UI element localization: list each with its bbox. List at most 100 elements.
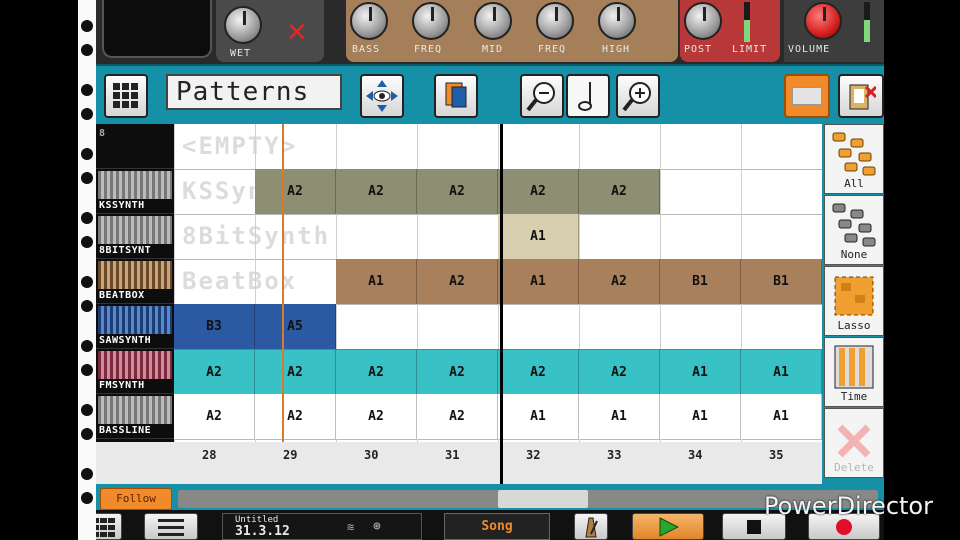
select-none-tool[interactable]: None bbox=[824, 195, 884, 265]
binder-hole bbox=[81, 236, 93, 248]
copy-icon bbox=[445, 82, 467, 108]
pattern-clip[interactable]: A2 bbox=[417, 394, 498, 439]
play-button[interactable] bbox=[632, 513, 704, 540]
pattern-clip[interactable]: A1 bbox=[660, 349, 741, 394]
pattern-clip[interactable]: A2 bbox=[255, 394, 336, 439]
delete-label: Delete bbox=[834, 461, 874, 474]
binder-hole bbox=[81, 364, 93, 376]
track-header-empty: 8 bbox=[96, 124, 174, 169]
effects-strip: WET ✕ BASS FREQ MID FREQ HIGH POST LIMIT… bbox=[96, 0, 884, 64]
freq-knob-2[interactable] bbox=[536, 2, 574, 40]
bar-number: 34 bbox=[688, 448, 703, 462]
pattern-clip[interactable]: A5 bbox=[255, 304, 336, 349]
pattern-clip[interactable]: A2 bbox=[417, 349, 498, 394]
eq-section: BASS FREQ MID FREQ HIGH bbox=[346, 0, 678, 62]
track-header[interactable]: BEATBOX bbox=[96, 259, 174, 304]
pattern-clip[interactable]: A2 bbox=[174, 394, 255, 439]
wet-label: WET bbox=[230, 48, 252, 59]
select-all-label: All bbox=[844, 177, 864, 190]
daw-app: WET ✕ BASS FREQ MID FREQ HIGH POST LIMIT… bbox=[78, 0, 884, 540]
note-snap-button[interactable] bbox=[566, 74, 610, 118]
bar-ruler[interactable]: 28 29 30 31 32 33 34 35 bbox=[174, 442, 822, 484]
time-select-icon bbox=[834, 345, 874, 389]
half-note-icon bbox=[578, 82, 592, 111]
pattern-clip[interactable]: B3 bbox=[174, 304, 255, 349]
delete-tool[interactable]: Delete bbox=[824, 408, 884, 478]
lasso-tool[interactable]: Lasso bbox=[824, 266, 884, 336]
pattern-clip[interactable]: A1 bbox=[336, 259, 417, 304]
select-none-icon bbox=[832, 203, 876, 247]
grid-icon bbox=[113, 83, 138, 108]
freq-knob-1[interactable] bbox=[412, 2, 450, 40]
zoom-in-button[interactable] bbox=[616, 74, 660, 118]
song-mode-button[interactable]: Song bbox=[444, 513, 550, 540]
pattern-clip[interactable]: A1 bbox=[579, 394, 660, 439]
freq-label-2: FREQ bbox=[538, 44, 567, 55]
pattern-grid[interactable]: <EMPTY> KSSyn 8BitSynth BeatBox A2 A2 A2 A2 A2 A1… bbox=[174, 124, 822, 442]
pattern-clip[interactable]: A2 bbox=[498, 169, 579, 214]
lasso-label: Lasso bbox=[837, 319, 871, 332]
time-select-tool[interactable]: Time bbox=[824, 337, 884, 407]
track-ghost-label: 8BitSynth bbox=[182, 222, 331, 250]
window-icon bbox=[792, 87, 822, 105]
track-header[interactable]: FMSYNTH bbox=[96, 349, 174, 394]
view-mode-label[interactable]: Patterns bbox=[166, 74, 342, 110]
pattern-clip[interactable]: A2 bbox=[174, 349, 255, 394]
pattern-clip[interactable]: A2 bbox=[255, 169, 336, 214]
pattern-clip[interactable]: A2 bbox=[417, 169, 498, 214]
move-button[interactable] bbox=[360, 74, 404, 118]
pattern-clip[interactable]: A2 bbox=[336, 169, 417, 214]
binder-hole bbox=[81, 212, 93, 224]
pattern-clip[interactable]: A1 bbox=[660, 394, 741, 439]
pattern-clip[interactable]: A1 bbox=[498, 259, 579, 304]
pattern-clip[interactable]: A1 bbox=[498, 394, 579, 439]
track-header[interactable]: BASSLINE bbox=[96, 394, 174, 439]
clipboard-clear-button[interactable] bbox=[838, 74, 884, 118]
menu-button[interactable] bbox=[144, 513, 198, 540]
binder-hole bbox=[81, 340, 93, 352]
high-knob[interactable] bbox=[598, 2, 636, 40]
loop-marker[interactable] bbox=[500, 124, 503, 486]
pattern-clip[interactable]: A2 bbox=[417, 259, 498, 304]
mid-knob[interactable] bbox=[474, 2, 512, 40]
track-header[interactable]: SAWSYNTH bbox=[96, 304, 174, 349]
instrument-thumbnail bbox=[98, 306, 172, 334]
zoom-out-button[interactable] bbox=[520, 74, 564, 118]
fx-bypass-icon[interactable]: ✕ bbox=[286, 18, 308, 48]
pattern-clip[interactable]: A2 bbox=[255, 349, 336, 394]
bass-knob[interactable] bbox=[350, 2, 388, 40]
metronome-button[interactable] bbox=[574, 513, 608, 540]
midi-icon: ⊛ bbox=[373, 519, 381, 534]
pattern-clip[interactable]: A2 bbox=[336, 349, 417, 394]
pattern-clip[interactable]: A1 bbox=[498, 214, 579, 259]
pattern-clip[interactable]: A2 bbox=[336, 394, 417, 439]
pattern-clip[interactable]: A2 bbox=[579, 259, 660, 304]
track-name: FMSYNTH bbox=[99, 380, 145, 391]
pattern-clip[interactable]: B1 bbox=[741, 259, 822, 304]
grid-view-button[interactable] bbox=[104, 74, 148, 118]
binder-hole bbox=[81, 468, 93, 480]
track-header-column: 8 KSSYNTH 8BITSYNT BEATBOX SAWSYNTH FMSYNTH B… bbox=[96, 124, 174, 484]
wet-knob[interactable] bbox=[224, 6, 262, 44]
pattern-window-button[interactable] bbox=[784, 74, 830, 118]
pattern-clip[interactable]: A2 bbox=[498, 349, 579, 394]
binder-hole bbox=[81, 276, 93, 288]
track-header[interactable]: KSSYNTH bbox=[96, 169, 174, 214]
pattern-clip[interactable]: A1 bbox=[741, 349, 822, 394]
post-knob[interactable] bbox=[684, 2, 722, 40]
wifi-icon: ≋ bbox=[347, 520, 355, 534]
playhead[interactable] bbox=[282, 124, 284, 442]
pattern-clip[interactable]: B1 bbox=[660, 259, 741, 304]
track-header[interactable]: 8BITSYNT bbox=[96, 214, 174, 259]
volume-knob[interactable] bbox=[804, 2, 842, 40]
scrollbar-thumb[interactable] bbox=[498, 490, 588, 508]
binder-hole bbox=[81, 172, 93, 184]
bar-number: 29 bbox=[283, 448, 298, 462]
pattern-clip[interactable]: A2 bbox=[579, 349, 660, 394]
follow-button[interactable]: Follow bbox=[100, 488, 172, 510]
duplicate-button[interactable] bbox=[434, 74, 478, 118]
pattern-clip[interactable]: A2 bbox=[579, 169, 660, 214]
clipboard-delete-icon bbox=[849, 84, 876, 110]
pattern-clip[interactable]: A1 bbox=[741, 394, 822, 439]
select-all-tool[interactable]: All bbox=[824, 124, 884, 194]
